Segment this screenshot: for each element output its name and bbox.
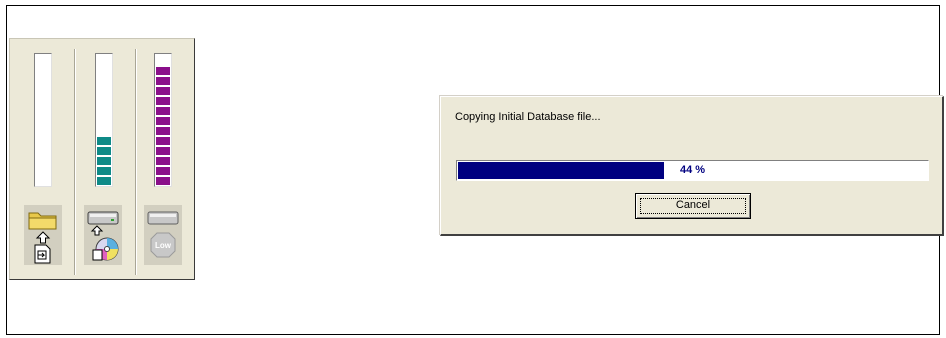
file-transfer-meter [34, 53, 52, 187]
meter-fill [156, 65, 170, 185]
transfer-icon-group [24, 205, 62, 265]
folder-icon [28, 212, 57, 230]
document-icon [34, 244, 51, 264]
meter-fill [97, 135, 111, 185]
panel-divider [135, 49, 136, 275]
disk-icon-group [84, 205, 122, 265]
cancel-button-label: Cancel [675, 199, 711, 211]
dialog-message: Copying Initial Database file... [455, 111, 601, 123]
meter-panel: Low [9, 38, 195, 280]
up-arrow-icon [35, 231, 51, 244]
low-space-icon-group: Low [144, 205, 182, 265]
low-space-meter [154, 53, 172, 187]
cancel-button[interactable]: Cancel [635, 193, 751, 219]
low-label: Low [155, 241, 171, 250]
drive-icon [87, 211, 119, 225]
disk-write-meter [95, 53, 113, 187]
progress-percent-label: 44 % [679, 164, 706, 176]
cd-icon [92, 237, 119, 261]
panel-divider [74, 49, 75, 275]
progress-bar: 44 % [456, 160, 929, 181]
up-arrow-icon [90, 225, 104, 236]
drive-icon [147, 211, 179, 225]
copy-progress-dialog: Copying Initial Database file... 44 % Ca… [440, 96, 944, 236]
